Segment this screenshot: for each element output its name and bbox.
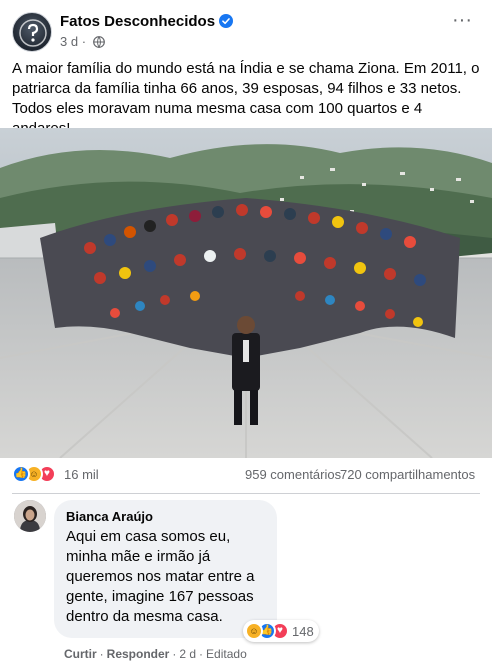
like-reaction-icon: 👍	[12, 465, 30, 483]
action-separator: ·	[199, 647, 204, 661]
comment-reactions[interactable]: ☺ 👍 ♥ 148	[243, 620, 319, 642]
page-name-text[interactable]: Fatos Desconhecidos	[60, 13, 215, 30]
comments-count[interactable]: 959 comentários	[245, 467, 341, 482]
page-avatar[interactable]	[12, 12, 52, 52]
comment-avatar[interactable]	[14, 500, 46, 532]
facebook-post: Fatos Desconhecidos 3 d · ··· A maior fa…	[0, 0, 492, 664]
verified-badge-icon	[219, 14, 234, 28]
action-separator: ·	[172, 647, 177, 661]
divider	[12, 493, 480, 494]
page-name[interactable]: Fatos Desconhecidos	[60, 13, 234, 30]
post-time[interactable]: 3 d	[60, 34, 78, 49]
more-options-button[interactable]: ···	[448, 9, 476, 36]
more-icon: ···	[452, 9, 472, 31]
globe-icon[interactable]	[92, 36, 105, 48]
comment-edited-label: Editado	[206, 647, 247, 661]
family-photo-illustration	[0, 128, 492, 458]
post-photo[interactable]	[0, 128, 492, 458]
action-separator: ·	[99, 647, 104, 661]
haha-reaction-icon: ☺	[245, 622, 263, 640]
comment-actions: Curtir · Responder · 2 d · Editado	[64, 647, 247, 661]
comment-time[interactable]: 2 d	[179, 647, 196, 661]
post-text: A maior família do mundo está na Índia e…	[12, 60, 480, 137]
question-mark-icon	[19, 19, 47, 47]
post-meta: 3 d ·	[60, 34, 105, 49]
comment-like-button[interactable]: Curtir	[64, 647, 97, 661]
comment-author[interactable]: Bianca Araújo	[66, 509, 153, 524]
shares-count[interactable]: 720 compartilhamentos	[340, 467, 475, 482]
post-header: Fatos Desconhecidos 3 d · ···	[0, 0, 492, 56]
meta-separator: ·	[81, 34, 87, 49]
comment-bubble: Bianca Araújo Aqui em casa somos eu, min…	[54, 500, 277, 638]
post-stats: 👍 ☺ ♥ 16 mil 959 comentários 720 compart…	[0, 458, 492, 490]
comment-reply-button[interactable]: Responder	[107, 647, 170, 661]
reaction-count[interactable]: 16 mil	[64, 467, 99, 482]
avatar-photo-icon	[14, 500, 46, 532]
comment-reaction-count: 148	[292, 624, 314, 639]
comment-text: Aqui em casa somos eu, minha mãe e irmão…	[66, 528, 255, 625]
